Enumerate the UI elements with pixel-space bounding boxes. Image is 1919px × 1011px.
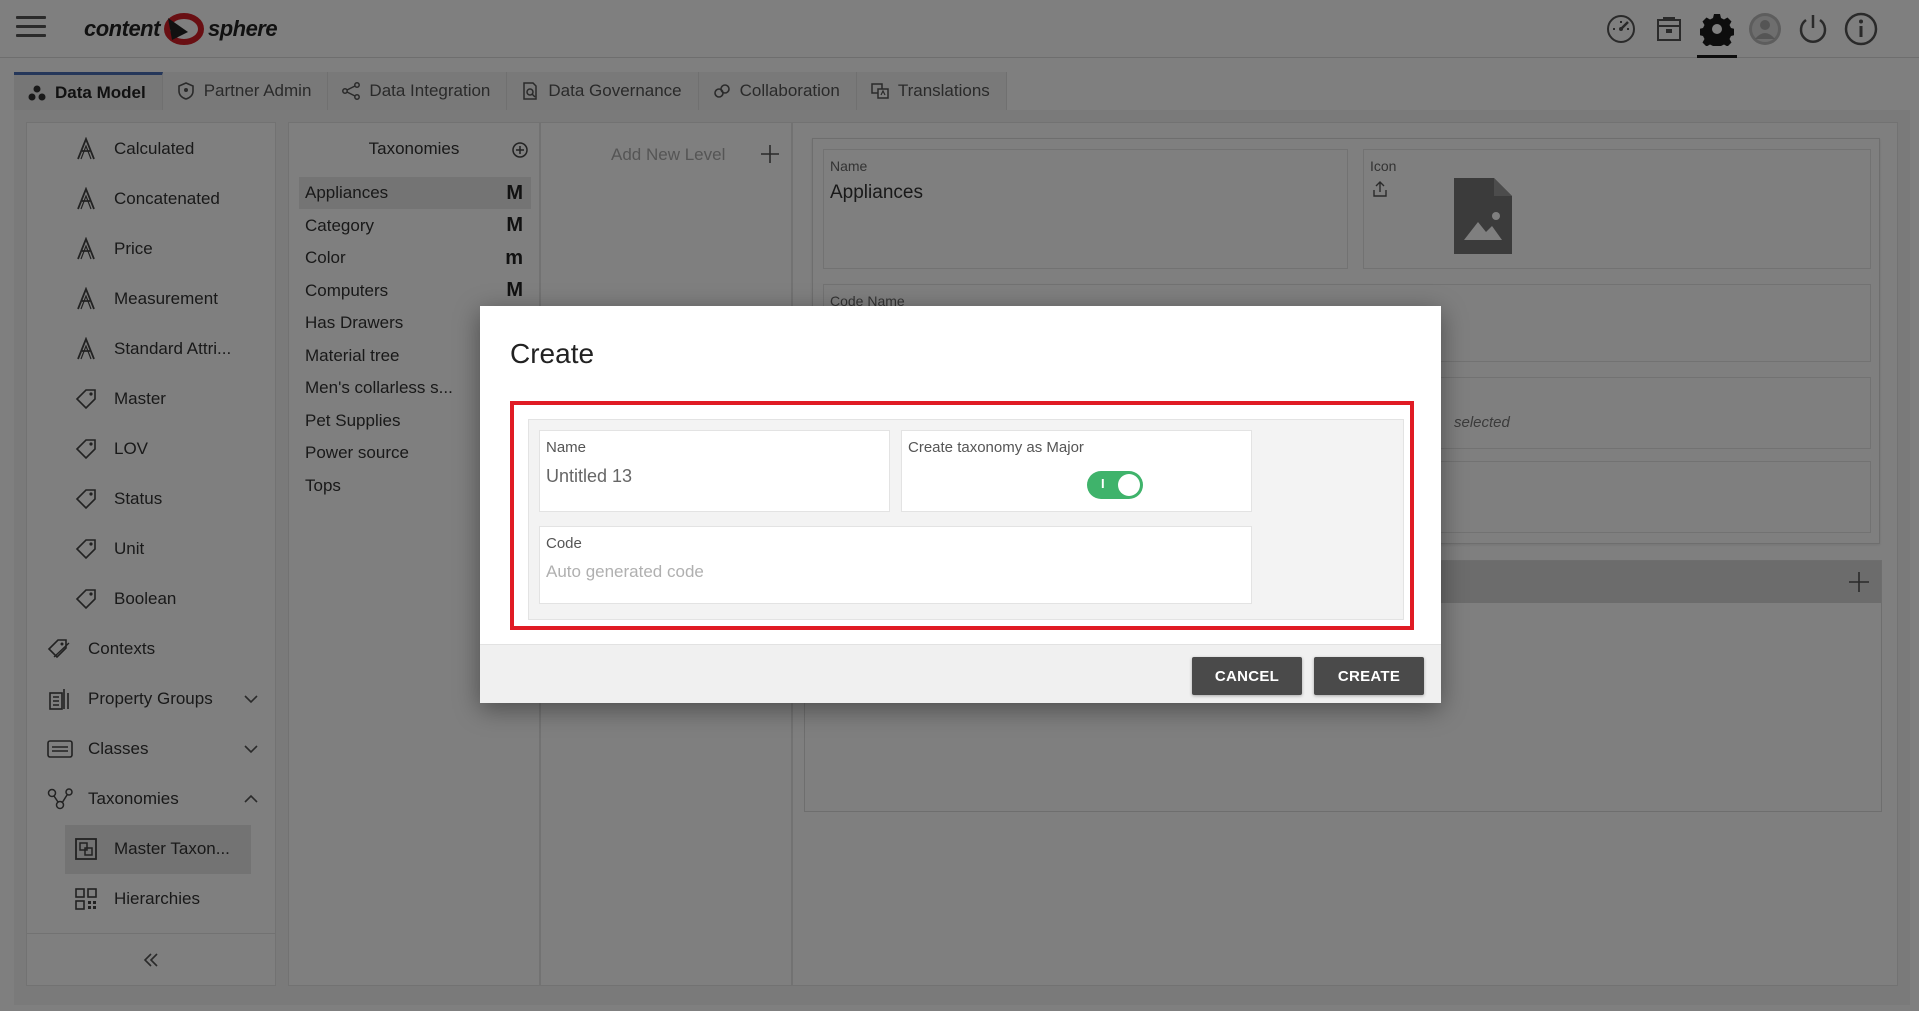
highlighted-form-region: Name Untitled 13 Create taxonomy as Majo… bbox=[510, 401, 1414, 630]
dialog-title: Create bbox=[510, 338, 595, 369]
create-taxonomy-dialog: Create Name Untitled 13 Create taxonomy … bbox=[480, 306, 1441, 703]
code-field[interactable]: Code Auto generated code bbox=[539, 526, 1252, 604]
create-form: Name Untitled 13 Create taxonomy as Majo… bbox=[528, 419, 1404, 620]
code-label: Code bbox=[546, 535, 582, 552]
major-label: Create taxonomy as Major bbox=[908, 439, 1084, 456]
cancel-button[interactable]: CANCEL bbox=[1192, 657, 1302, 695]
new-taxonomy-name-field[interactable]: Name Untitled 13 bbox=[539, 430, 890, 512]
name-input-value[interactable]: Untitled 13 bbox=[546, 466, 632, 487]
major-taxonomy-toggle[interactable]: I bbox=[1087, 471, 1143, 499]
dialog-footer: CANCEL CREATE bbox=[480, 644, 1441, 703]
major-taxonomy-field: Create taxonomy as Major I bbox=[901, 430, 1252, 512]
toggle-on-mark: I bbox=[1101, 476, 1105, 491]
code-input-placeholder[interactable]: Auto generated code bbox=[546, 562, 704, 582]
toggle-knob bbox=[1118, 474, 1140, 496]
create-button[interactable]: CREATE bbox=[1314, 657, 1424, 695]
name-label: Name bbox=[546, 439, 587, 456]
